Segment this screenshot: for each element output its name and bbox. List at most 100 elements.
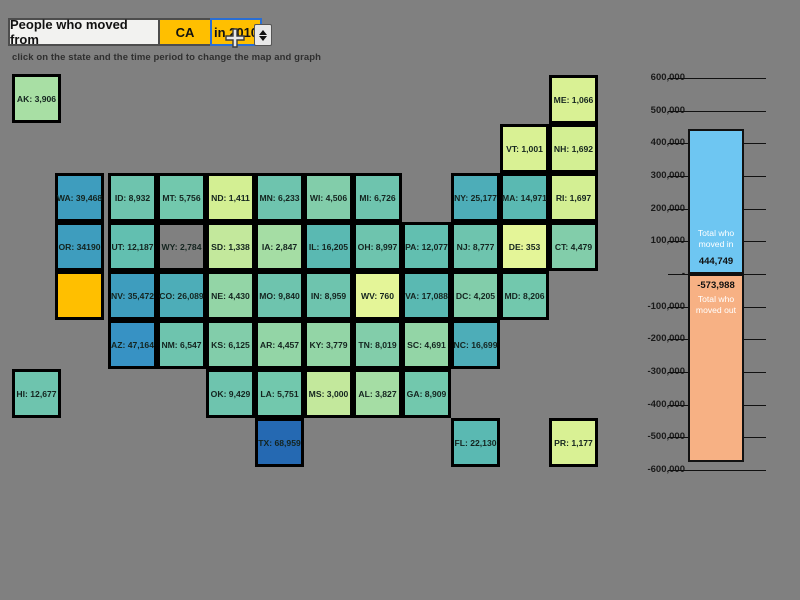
state-cell-tx[interactable]: TX: 68,959: [255, 418, 304, 467]
state-cell-ia[interactable]: IA: 2,847: [255, 222, 304, 271]
state-cell-label: HI: 12,677: [16, 388, 57, 399]
state-cell-il[interactable]: IL: 16,205: [304, 222, 353, 271]
state-cell-fl[interactable]: FL: 22,130: [451, 418, 500, 467]
state-cell-label: VA: 17,088: [405, 290, 448, 301]
state-cell-me[interactable]: ME: 1,066: [549, 75, 598, 124]
gridline-segment: [744, 437, 766, 439]
state-cell-label: FL: 22,130: [454, 437, 497, 448]
state-cell-label: CT: 4,479: [554, 241, 593, 252]
state-cell-ma[interactable]: MA: 14,971: [500, 173, 549, 222]
state-cell-mn[interactable]: MN: 6,233: [255, 173, 304, 222]
state-cell-md[interactable]: MD: 8,206: [500, 271, 549, 320]
state-cell-wy[interactable]: WY: 2,784: [157, 222, 206, 271]
state-cell-label: KY: 3,779: [309, 339, 348, 350]
state-cell-ny[interactable]: NY: 25,177: [451, 173, 500, 222]
state-cell-sd[interactable]: SD: 1,338: [206, 222, 255, 271]
state-cell-hi[interactable]: HI: 12,677: [12, 369, 61, 418]
state-cell-wv[interactable]: WV: 760: [353, 271, 402, 320]
state-cell-nd[interactable]: ND: 1,411: [206, 173, 255, 222]
state-cell-label: KS: 6,125: [211, 339, 250, 350]
gridline-segment: [668, 274, 690, 275]
state-cell-label: MT: 5,756: [162, 192, 201, 203]
state-cell-nc[interactable]: NC: 16,699: [451, 320, 500, 369]
state-cell-in[interactable]: IN: 8,959: [304, 271, 353, 320]
state-cell-label: NJ: 8,777: [456, 241, 495, 252]
state-cell-label: NC: 16,699: [453, 339, 498, 350]
state-cell-ks[interactable]: KS: 6,125: [206, 320, 255, 369]
state-cell-label: CO: 26,089: [159, 290, 204, 301]
bar-moved-in-value: 444,749: [698, 255, 734, 267]
state-cell-ga[interactable]: GA: 8,909: [402, 369, 451, 418]
state-cell-sc[interactable]: SC: 4,691: [402, 320, 451, 369]
state-cell-nv[interactable]: NV: 35,472: [108, 271, 157, 320]
state-cell-wa[interactable]: WA: 39,468: [55, 173, 104, 222]
state-cell-label: MN: 6,233: [259, 192, 300, 203]
axis-gridline: 500,000: [620, 105, 800, 117]
state-cell-label: MI: 6,726: [359, 192, 396, 203]
state-cell-label: NV: 35,472: [111, 290, 154, 301]
state-cell-ky[interactable]: KY: 3,779: [304, 320, 353, 369]
state-cell-ne[interactable]: NE: 4,430: [206, 271, 255, 320]
gridline-segment: [744, 274, 766, 275]
state-cell-nm[interactable]: NM: 6,547: [157, 320, 206, 369]
gridline-segment: [744, 241, 766, 243]
state-cell-label: DE: 353: [508, 241, 541, 252]
migration-bar-chart: 600,000 500,000 400,000 300,000 200,000 100,0…: [620, 60, 800, 480]
state-cell-label: NY: 25,177: [454, 192, 497, 203]
state-cell-label: SC: 4,691: [407, 339, 446, 350]
state-cell-ca[interactable]: [55, 271, 104, 320]
gridline-segment: [668, 306, 690, 308]
state-cell-ms[interactable]: MS: 3,000: [304, 369, 353, 418]
gridline-segment: [744, 208, 766, 210]
gridline-segment: [668, 339, 690, 341]
state-cell-oh[interactable]: OH: 8,997: [353, 222, 402, 271]
state-cell-al[interactable]: AL: 3,827: [353, 369, 402, 418]
state-cell-wi[interactable]: WI: 4,506: [304, 173, 353, 222]
gridline-segment: [744, 176, 766, 177]
state-cell-az[interactable]: AZ: 47,164: [108, 320, 157, 369]
state-cell-label: ID: 8,932: [114, 192, 151, 203]
state-cell-ct[interactable]: CT: 4,479: [549, 222, 598, 271]
state-cell-label: WA: 39,468: [56, 192, 103, 203]
state-cell-label: IN: 8,959: [310, 290, 347, 301]
state-cell-va[interactable]: VA: 17,088: [402, 271, 451, 320]
state-cell-mo[interactable]: MO: 9,840: [255, 271, 304, 320]
state-cell-pa[interactable]: PA: 12,077: [402, 222, 451, 271]
gridline-segment: [668, 143, 690, 145]
state-cell-la[interactable]: LA: 5,751: [255, 369, 304, 418]
gridline-segment: [668, 404, 690, 406]
gridline-segment: [668, 176, 690, 177]
state-cell-de[interactable]: DE: 353: [500, 222, 549, 271]
state-cell-label: AZ: 47,164: [111, 339, 154, 350]
state-cell-ut[interactable]: UT: 12,187: [108, 222, 157, 271]
state-cell-ak[interactable]: AK: 3,906: [12, 74, 61, 123]
gridline-segment: [668, 208, 690, 210]
state-cell-dc[interactable]: DC: 4,205: [451, 271, 500, 320]
state-cell-label: TX: 68,959: [258, 437, 301, 448]
state-cell-nj[interactable]: NJ: 8,777: [451, 222, 500, 271]
state-cell-nh[interactable]: NH: 1,692: [549, 124, 598, 173]
state-cell-mt[interactable]: MT: 5,756: [157, 173, 206, 222]
gridline-segment: [668, 470, 766, 471]
state-cell-label: AL: 3,827: [358, 388, 397, 399]
state-cell-mi[interactable]: MI: 6,726: [353, 173, 402, 222]
gridline-segment: [668, 110, 766, 112]
state-cell-id[interactable]: ID: 8,932: [108, 173, 157, 222]
state-cell-pr[interactable]: PR: 1,177: [549, 418, 598, 467]
state-cell-co[interactable]: CO: 26,089: [157, 271, 206, 320]
state-cell-label: ND: 1,411: [211, 192, 250, 203]
state-cell-ri[interactable]: RI: 1,697: [549, 173, 598, 222]
state-cell-label: VT: 1,001: [506, 143, 543, 154]
bar-moved-in: Total who moved in 444,749: [688, 128, 744, 274]
state-cell-tn[interactable]: TN: 8,019: [353, 320, 402, 369]
state-cell-label: MO: 9,840: [259, 290, 300, 301]
state-cell-label: PR: 1,177: [554, 437, 593, 448]
state-cell-ok[interactable]: OK: 9,429: [206, 369, 255, 418]
state-cell-or[interactable]: OR: 34190: [55, 222, 104, 271]
gridline-segment: [744, 372, 766, 373]
state-tile-map: AK: 3,906 WA: 39,468 ID: 8,932 MT: 5,756 ND:…: [0, 0, 620, 600]
gridline-segment: [744, 143, 766, 145]
state-cell-label: RI: 1,697: [555, 192, 592, 203]
state-cell-ar[interactable]: AR: 4,457: [255, 320, 304, 369]
state-cell-vt[interactable]: VT: 1,001: [500, 124, 549, 173]
